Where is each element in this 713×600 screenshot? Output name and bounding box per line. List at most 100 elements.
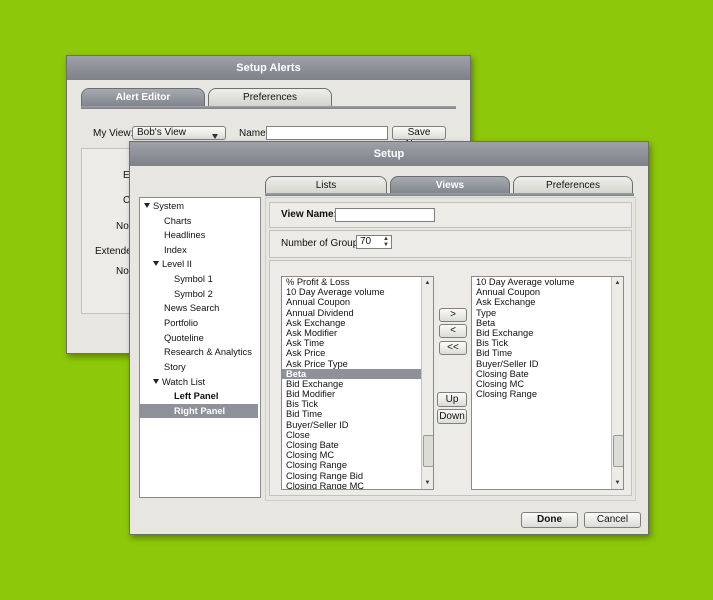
move-up-button[interactable]: Up: [437, 392, 467, 407]
tree-item-research-analytics[interactable]: Research & Analytics: [164, 345, 252, 359]
list-item[interactable]: Ask Modifier: [282, 328, 422, 338]
scroll-down-icon[interactable]: ▼: [613, 478, 622, 488]
groups-value: 70: [360, 236, 372, 247]
tree-item-news-search[interactable]: News Search: [164, 301, 219, 315]
groups-stepper[interactable]: 70 ▲ ▼: [356, 235, 392, 249]
groups-label: Number of Groups:: [281, 238, 367, 249]
list-item[interactable]: Buyer/Seller ID: [282, 420, 422, 430]
tree-item-quoteline[interactable]: Quoteline: [164, 331, 204, 345]
list-item[interactable]: Ask Exchange: [282, 318, 422, 328]
alerts-side-label-4: Extende: [95, 246, 132, 257]
tree-item-level-ii[interactable]: Level II: [153, 257, 192, 271]
list-item[interactable]: Beta: [472, 318, 612, 328]
selected-scrollbar[interactable]: ▲ ▼: [611, 277, 623, 489]
expand-triangle-icon: [144, 203, 150, 208]
setup-title: Setup: [130, 142, 648, 166]
selected-items: 10 Day Average volume Annual Coupon Ask Ex…: [472, 277, 612, 399]
tab-alert-editor[interactable]: Alert Editor: [81, 88, 205, 106]
tab-views[interactable]: Views: [390, 176, 510, 194]
tree-item-right-panel[interactable]: Right Panel: [140, 404, 258, 418]
list-item[interactable]: Closing Range: [282, 460, 422, 470]
tree-item-watch-list[interactable]: Watch List: [153, 375, 205, 389]
list-item[interactable]: Closing MC: [472, 379, 612, 389]
view-name-input[interactable]: [335, 208, 435, 222]
list-item[interactable]: Bis Tick: [472, 338, 612, 348]
list-item[interactable]: Closing Range: [472, 389, 612, 399]
desktop: { "alerts_window": { "title": "Setup Ale…: [0, 0, 713, 600]
tree-item-label: System: [153, 201, 184, 211]
stepper-arrows-icon[interactable]: ▲ ▼: [383, 236, 389, 248]
list-item[interactable]: Ask Price: [282, 348, 422, 358]
tree-item-headlines[interactable]: Headlines: [164, 228, 205, 242]
tree-item-charts[interactable]: Charts: [164, 214, 191, 228]
list-item[interactable]: Bid Exchange: [282, 379, 422, 389]
my-view-value: Bob's View: [137, 127, 186, 138]
expand-triangle-icon: [153, 379, 159, 384]
setup-tree: System Charts Headlines Index Level II S…: [139, 197, 261, 498]
expand-triangle-icon: [153, 261, 159, 266]
list-item[interactable]: % Profit & Loss: [282, 277, 422, 287]
done-button[interactable]: Done: [521, 512, 578, 528]
remove-all-button[interactable]: <<: [439, 341, 467, 355]
list-item[interactable]: Beta: [282, 368, 422, 379]
tree-item-index[interactable]: Index: [164, 243, 187, 257]
setup-window: Setup Lists Views Preferences System Cha…: [129, 141, 649, 535]
list-item[interactable]: Closing Bate: [282, 440, 422, 450]
view-name-label: View Name:: [281, 209, 337, 220]
list-item[interactable]: 10 Day Average volume: [282, 287, 422, 297]
list-item[interactable]: Bis Tick: [282, 399, 422, 409]
tree-item-system[interactable]: System: [144, 199, 184, 213]
setup-tab-bar: Lists Views Preferences: [265, 176, 636, 194]
tree-item-symbol-1[interactable]: Symbol 1: [174, 272, 213, 286]
alerts-tab-underline: [81, 106, 456, 109]
add-field-button[interactable]: >: [439, 308, 467, 322]
tree-item-left-panel[interactable]: Left Panel: [174, 389, 218, 403]
list-item[interactable]: Bid Time: [472, 348, 612, 358]
list-item[interactable]: Type: [472, 308, 612, 318]
list-item[interactable]: 10 Day Average volume: [472, 277, 612, 287]
list-item[interactable]: Bid Modifier: [282, 389, 422, 399]
setup-alerts-title: Setup Alerts: [67, 56, 470, 80]
list-item[interactable]: Ask Time: [282, 338, 422, 348]
list-item[interactable]: Close: [282, 430, 422, 440]
my-view-select[interactable]: Bob's View: [132, 126, 226, 140]
save-name-button[interactable]: Save Name: [392, 126, 446, 150]
list-item[interactable]: Closing MC: [282, 450, 422, 460]
scroll-up-icon[interactable]: ▲: [613, 278, 622, 288]
tree-item-portfolio[interactable]: Portfolio: [164, 316, 198, 330]
remove-field-button[interactable]: <: [439, 324, 467, 338]
setup-tab-underline: [265, 193, 634, 196]
scroll-thumb[interactable]: [613, 435, 623, 467]
list-item[interactable]: Annual Coupon: [472, 287, 612, 297]
name-label: Name:: [239, 128, 269, 139]
scroll-down-icon[interactable]: ▼: [423, 478, 432, 488]
alerts-tab-bar: Alert Editor Preferences: [81, 88, 335, 106]
tree-item-symbol-2[interactable]: Symbol 2: [174, 287, 213, 301]
scroll-up-icon[interactable]: ▲: [423, 278, 432, 288]
available-fields-list[interactable]: % Profit & Loss 10 Day Average volume Annu…: [281, 276, 434, 490]
tree-item-label: Level II: [162, 259, 192, 269]
list-item[interactable]: Closing Bate: [472, 369, 612, 379]
scroll-thumb[interactable]: [423, 435, 433, 467]
available-scrollbar[interactable]: ▲ ▼: [421, 277, 433, 489]
list-item[interactable]: Annual Dividend: [282, 308, 422, 318]
list-item[interactable]: Bid Time: [282, 409, 422, 419]
available-items: % Profit & Loss 10 Day Average volume Annu…: [282, 277, 422, 489]
selected-fields-list[interactable]: 10 Day Average volume Annual Coupon Ask Ex…: [471, 276, 624, 490]
cancel-button[interactable]: Cancel: [584, 512, 641, 528]
my-view-label: My View:: [93, 128, 134, 139]
list-item[interactable]: Ask Price Type: [282, 359, 422, 369]
tab-alerts-preferences[interactable]: Preferences: [208, 88, 332, 106]
list-item[interactable]: Bid Exchange: [472, 328, 612, 338]
list-item[interactable]: Closing Range MC: [282, 481, 422, 489]
alert-name-input[interactable]: [266, 126, 388, 140]
list-item[interactable]: Ask Exchange: [472, 297, 612, 307]
move-down-button[interactable]: Down: [437, 409, 467, 424]
list-item[interactable]: Annual Coupon: [282, 297, 422, 307]
tree-item-label: Watch List: [162, 377, 206, 387]
tab-lists[interactable]: Lists: [265, 176, 387, 194]
list-item[interactable]: Buyer/Seller ID: [472, 359, 612, 369]
list-item[interactable]: Closing Range Bid: [282, 471, 422, 481]
tab-preferences[interactable]: Preferences: [513, 176, 633, 194]
tree-item-story[interactable]: Story: [164, 360, 186, 374]
